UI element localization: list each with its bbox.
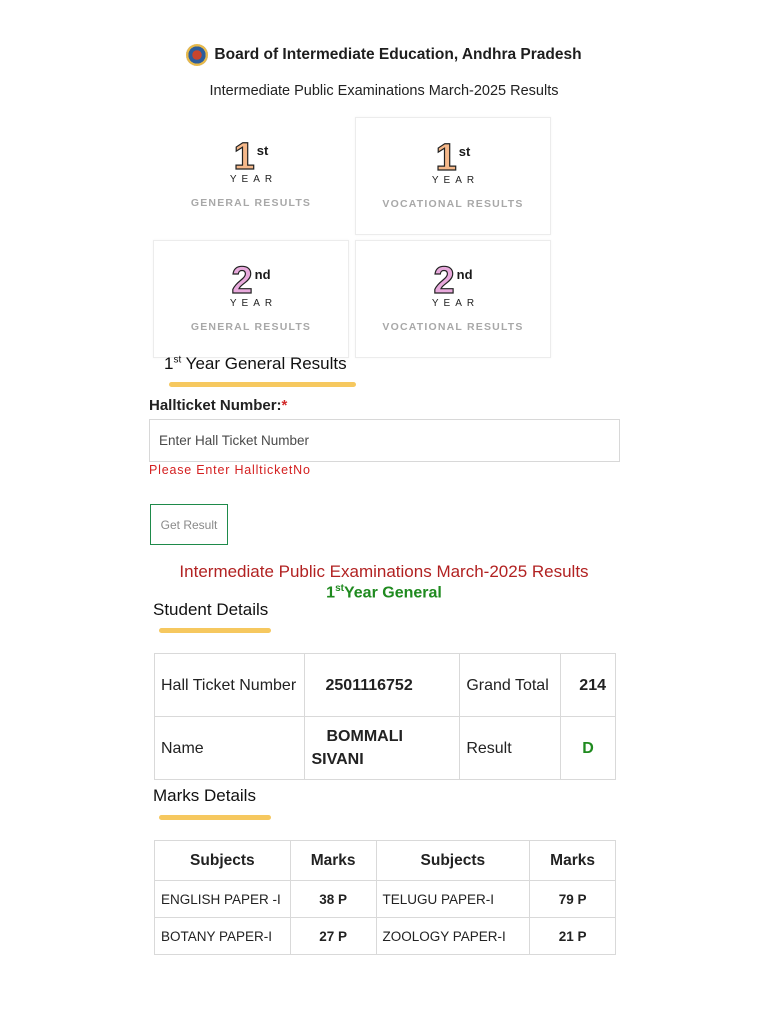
tile-suffix: st — [256, 143, 269, 158]
tile-caption: VOCATIONAL RESULTS — [382, 321, 524, 333]
heading-underline — [159, 628, 271, 633]
tile-year-label: YEAR — [229, 174, 278, 185]
hall-ticket-value: 2501116752 — [303, 653, 461, 717]
result-value: D — [560, 716, 616, 780]
student-details-table: Hall Ticket Number 2501116752 Grand Tota… — [154, 653, 616, 780]
tile-caption: GENERAL RESULTS — [190, 321, 312, 333]
grand-total-label: Grand Total — [459, 653, 562, 717]
hall-ticket-label: Hall Ticket Number — [154, 653, 305, 717]
tile-number: 2 — [231, 260, 253, 302]
table-row: Name BOMMALI SIVANI Result D — [154, 716, 616, 780]
get-result-button[interactable]: Get Result — [150, 504, 228, 545]
tile-suffix: st — [458, 144, 471, 159]
column-header: Marks — [289, 840, 377, 881]
hallticket-input[interactable] — [149, 419, 620, 462]
tile-caption: VOCATIONAL RESULTS — [382, 198, 524, 210]
hallticket-label: Hallticket Number:* — [149, 397, 288, 414]
tile-number: 1 — [435, 137, 457, 179]
marks-cell: 21 P — [529, 917, 616, 955]
grand-total-value: 214 — [560, 653, 616, 717]
tile-1st-year-general[interactable]: 1st YEAR GENERAL RESULTS — [153, 117, 349, 235]
heading-underline — [159, 815, 271, 820]
table-row: ENGLISH PAPER -I 38 P TELUGU PAPER-I 79 … — [154, 880, 616, 918]
tile-number: 1 — [233, 136, 255, 178]
org-title: Board of Intermediate Education, Andhra … — [214, 46, 582, 63]
column-header: Subjects — [154, 840, 291, 881]
table-row: BOTANY PAPER-I 27 P ZOOLOGY PAPER-I 21 P — [154, 917, 616, 955]
marks-table: Subjects Marks Subjects Marks ENGLISH PA… — [154, 840, 616, 955]
page-subtitle: Intermediate Public Examinations March-2… — [209, 83, 559, 99]
tile-year-label: YEAR — [431, 175, 480, 186]
name-value: BOMMALI SIVANI — [303, 716, 461, 780]
table-header-row: Subjects Marks Subjects Marks — [154, 840, 616, 881]
subject-cell: ENGLISH PAPER -I — [154, 880, 291, 918]
result-subtitle: 1stYear General — [326, 583, 442, 602]
tile-year-label: YEAR — [431, 298, 480, 309]
tile-number: 2 — [433, 260, 455, 302]
column-header: Marks — [529, 840, 616, 881]
result-label: Result — [459, 716, 562, 780]
student-details-heading: Student Details — [153, 600, 269, 619]
marks-cell: 79 P — [529, 880, 616, 918]
tile-suffix: nd — [456, 267, 473, 282]
subject-cell: BOTANY PAPER-I — [154, 917, 291, 955]
tile-year-label: YEAR — [229, 298, 278, 309]
site-header: Board of Intermediate Education, Andhra … — [0, 44, 768, 71]
subject-cell: ZOOLOGY PAPER-I — [375, 917, 531, 955]
result-title: Intermediate Public Examinations March-2… — [179, 562, 589, 581]
table-row: Hall Ticket Number 2501116752 Grand Tota… — [154, 653, 616, 717]
marks-cell: 38 P — [289, 880, 377, 918]
tile-2nd-year-vocational[interactable]: 2nd YEAR VOCATIONAL RESULTS — [355, 240, 551, 358]
validation-error: Please Enter HallticketNo — [149, 463, 311, 477]
heading-underline — [169, 382, 356, 387]
tile-2nd-year-general[interactable]: 2nd YEAR GENERAL RESULTS — [153, 240, 349, 358]
marks-cell: 27 P — [289, 917, 377, 955]
form-heading: 1st Year General Results — [164, 354, 347, 373]
marks-details-heading: Marks Details — [153, 786, 256, 805]
board-logo-icon — [186, 44, 209, 66]
column-header: Subjects — [375, 840, 531, 881]
name-label: Name — [154, 716, 305, 780]
tile-1st-year-vocational[interactable]: 1st YEAR VOCATIONAL RESULTS — [355, 117, 551, 235]
subject-cell: TELUGU PAPER-I — [375, 880, 531, 918]
tile-caption: GENERAL RESULTS — [190, 197, 312, 209]
tile-suffix: nd — [254, 267, 271, 282]
